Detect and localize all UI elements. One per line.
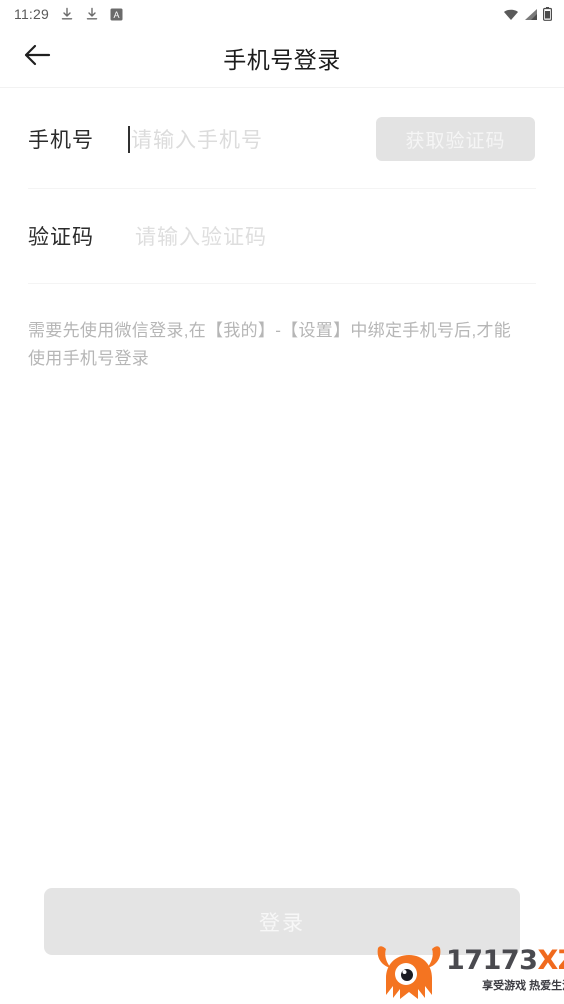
monster-mascot-icon [374, 942, 444, 1004]
signal-icon [524, 8, 538, 21]
watermark-brand-suffix: XZ [537, 945, 564, 976]
svg-text:A: A [113, 9, 119, 19]
login-hint-text: 需要先使用微信登录,在【我的】-【设置】中绑定手机号后,才能使用手机号登录 [28, 321, 512, 368]
page-title: 手机号登录 [223, 46, 341, 73]
phone-input[interactable]: 请输入手机号 [128, 119, 263, 159]
status-clock: 11:29 [14, 6, 49, 22]
phone-row-divider [28, 188, 536, 189]
watermark-brand-number: 17173 [446, 945, 538, 976]
get-verification-code-button[interactable]: 获取验证码 [376, 117, 535, 161]
header-divider [0, 87, 564, 88]
phone-label: 手机号 [28, 129, 94, 152]
watermark-text: 17173XZ 享受游戏 热爱生活! [446, 947, 564, 993]
download-icon [85, 7, 99, 21]
letter-a-badge-icon: A [110, 8, 123, 21]
download-icon [60, 7, 74, 21]
status-bar: 11:29 A [0, 0, 564, 28]
code-label: 验证码 [28, 226, 94, 249]
text-caret [128, 125, 130, 153]
code-input[interactable]: 请输入验证码 [135, 216, 267, 256]
status-bar-right [503, 7, 552, 21]
wifi-icon [503, 8, 519, 21]
phone-login-screen: 11:29 A 手机号登录 手机号 请输入手机号 获取验证码 验证码 请输入验证… [0, 0, 564, 1004]
app-header: 手机号登录 [0, 28, 564, 87]
verification-code-row: 验证码 请输入验证码 [0, 200, 564, 272]
battery-icon [543, 7, 552, 21]
code-input-placeholder: 请输入验证码 [135, 226, 267, 249]
watermark-brand: 17173XZ [446, 947, 564, 975]
status-bar-left: 11:29 A [14, 6, 123, 22]
phone-input-placeholder: 请输入手机号 [131, 129, 263, 152]
code-row-divider [28, 283, 536, 284]
arrow-left-icon [22, 43, 52, 72]
back-button[interactable] [14, 38, 60, 78]
watermark-logo: 17173XZ 享受游戏 热爱生活! [374, 942, 564, 1000]
watermark-tagline: 享受游戏 热爱生活! [482, 980, 564, 992]
